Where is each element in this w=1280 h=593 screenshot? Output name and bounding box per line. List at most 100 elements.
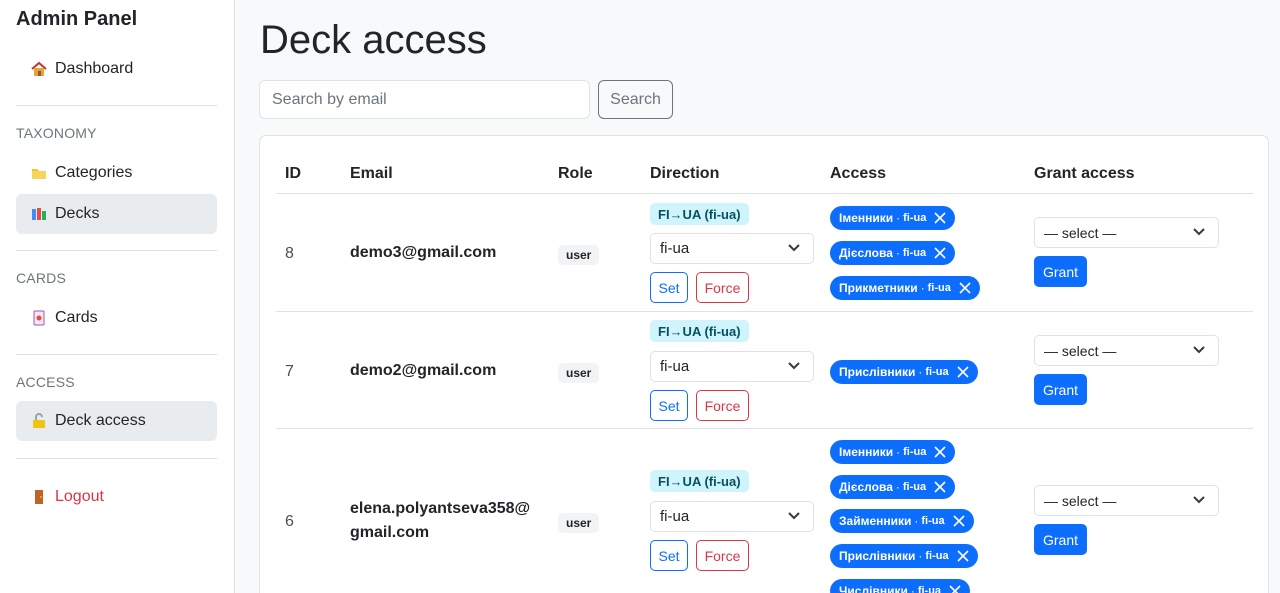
chevron-down-icon xyxy=(1193,496,1205,504)
access-pill: Дієслова · fi-ua xyxy=(830,241,956,265)
row-email: demo3@gmail.com xyxy=(350,244,497,261)
nav-deck-access-label: Deck access xyxy=(55,412,146,429)
chevron-down-icon xyxy=(788,512,800,520)
access-separator: · xyxy=(896,211,901,225)
close-icon[interactable] xyxy=(933,246,947,260)
set-button[interactable]: Set xyxy=(650,540,688,571)
nav-logout[interactable]: Logout xyxy=(16,477,217,517)
close-icon[interactable] xyxy=(956,549,970,563)
chevron-down-icon xyxy=(788,362,800,370)
header-role: Role xyxy=(558,165,593,182)
search-input[interactable] xyxy=(259,80,590,119)
header-email: Email xyxy=(350,165,393,182)
close-icon[interactable] xyxy=(933,211,947,225)
direction-select[interactable]: fi-ua xyxy=(650,233,814,264)
books-icon xyxy=(30,205,48,223)
access-separator: · xyxy=(914,514,919,528)
grant-select[interactable]: — select — xyxy=(1034,335,1219,366)
access-pill: Прикметники · fi-ua xyxy=(830,276,980,300)
access-separator: · xyxy=(895,480,900,494)
nav-categories-label: Categories xyxy=(55,164,133,181)
close-icon[interactable] xyxy=(958,281,972,295)
header-grant-access: Grant access xyxy=(1034,165,1135,182)
nav-logout-label: Logout xyxy=(55,488,104,505)
chevron-down-icon xyxy=(1193,346,1205,354)
direction-select-value: fi-ua xyxy=(660,508,690,525)
nav-cards-label: Cards xyxy=(55,309,98,326)
nav-deck-access[interactable]: Deck access xyxy=(16,401,217,441)
access-pill: Прислівники · fi-ua xyxy=(830,360,978,384)
header-id: ID xyxy=(285,165,301,182)
nav-cards[interactable]: Cards xyxy=(16,298,217,338)
header-access: Access xyxy=(830,165,887,182)
access-separator: · xyxy=(896,445,901,459)
direction-select[interactable]: fi-ua xyxy=(650,351,814,382)
grant-button[interactable]: Grant xyxy=(1034,374,1087,405)
access-pill: Числівники · fi-ua xyxy=(830,579,971,593)
access-deck-name: Дієслова xyxy=(839,480,893,494)
nav-dashboard-label: Dashboard xyxy=(55,60,134,77)
sidebar: Admin Panel Dashboard TAXONOMY Categorie… xyxy=(0,0,235,593)
sidebar-divider xyxy=(16,458,217,459)
brand-title: Admin Panel xyxy=(16,8,138,30)
close-icon[interactable] xyxy=(952,514,966,528)
row-email: demo2@gmail.com xyxy=(350,362,497,379)
row-divider xyxy=(276,428,1253,429)
header-divider xyxy=(276,193,1253,194)
access-table: ID Email Role Direction Access Grant acc… xyxy=(259,135,1269,593)
close-icon[interactable] xyxy=(948,584,962,593)
close-icon[interactable] xyxy=(956,365,970,379)
access-code: fi-ua xyxy=(917,585,942,593)
direction-select-value: fi-ua xyxy=(660,358,690,375)
row-id: 8 xyxy=(285,245,294,262)
set-button[interactable]: Set xyxy=(650,272,688,303)
close-icon[interactable] xyxy=(933,445,947,459)
access-separator: · xyxy=(895,246,900,260)
access-separator: · xyxy=(910,584,915,593)
direction-select[interactable]: fi-ua xyxy=(650,501,814,532)
sidebar-divider xyxy=(16,354,217,355)
nav-decks-label: Decks xyxy=(55,205,100,222)
direction-badge: FI→UA (fi-ua) xyxy=(650,320,749,342)
row-email-line: elena.polyantseva358@ xyxy=(350,500,531,517)
access-deck-name: Займенники xyxy=(839,514,912,528)
section-access: ACCESS xyxy=(16,374,75,390)
grant-select-value: — select — xyxy=(1044,224,1117,241)
nav-decks[interactable]: Decks xyxy=(16,194,217,234)
folder-icon xyxy=(30,164,48,182)
grant-select-value: — select — xyxy=(1044,342,1117,359)
access-deck-name: Іменники xyxy=(839,211,894,225)
set-button[interactable]: Set xyxy=(650,390,688,421)
access-separator: · xyxy=(918,365,923,379)
direction-badge: FI→UA (fi-ua) xyxy=(650,470,749,492)
force-button[interactable]: Force xyxy=(696,540,749,571)
grant-select[interactable]: — select — xyxy=(1034,485,1219,516)
access-deck-name: Числівники xyxy=(839,584,908,593)
sidebar-divider xyxy=(16,105,217,106)
role-badge: user xyxy=(558,363,600,383)
grant-select[interactable]: — select — xyxy=(1034,217,1219,248)
card-icon xyxy=(30,309,48,327)
direction-select-value: fi-ua xyxy=(660,240,690,257)
nav-categories[interactable]: Categories xyxy=(16,153,217,193)
access-code: fi-ua xyxy=(902,247,927,259)
access-separator: · xyxy=(918,549,923,563)
access-deck-name: Прислівники xyxy=(839,549,916,563)
access-pill: Прислівники · fi-ua xyxy=(830,544,978,568)
nav-dashboard[interactable]: Dashboard xyxy=(16,49,217,89)
house-icon xyxy=(30,60,48,78)
role-badge: user xyxy=(558,513,600,533)
access-deck-name: Прикметники xyxy=(839,281,918,295)
row-email: elena.polyantseva358@ gmail.com xyxy=(350,497,530,545)
close-icon[interactable] xyxy=(933,480,947,494)
access-pill: Іменники · fi-ua xyxy=(830,206,956,230)
access-code: fi-ua xyxy=(902,481,927,493)
grant-button[interactable]: Grant xyxy=(1034,524,1087,555)
access-pill: Іменники · fi-ua xyxy=(830,440,956,464)
page-title: Deck access xyxy=(260,18,487,62)
grant-button[interactable]: Grant xyxy=(1034,256,1087,287)
force-button[interactable]: Force xyxy=(696,390,749,421)
force-button[interactable]: Force xyxy=(696,272,749,303)
section-taxonomy: TAXONOMY xyxy=(16,125,97,141)
search-button[interactable]: Search xyxy=(598,80,673,119)
